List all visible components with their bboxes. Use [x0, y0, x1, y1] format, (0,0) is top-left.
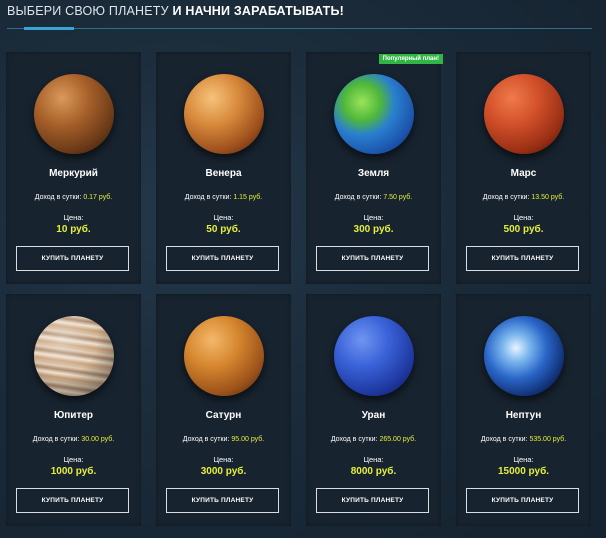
planet-name: Сатурн: [205, 410, 242, 421]
price-label: Цена:: [513, 455, 534, 464]
income-label: Доход в сутки:: [182, 436, 230, 443]
income-label: Доход в сутки:: [330, 436, 378, 443]
price-value: 300 руб.: [353, 224, 394, 235]
header-divider: [7, 28, 592, 29]
income-label: Доход в сутки:: [184, 194, 232, 201]
planet-card-neptune: Нептун Доход в сутки: 535.00 руб. Цена: …: [456, 294, 591, 526]
income-value: 95.00 руб.: [231, 436, 265, 443]
buy-planet-button[interactable]: КУПИТЬ ПЛАНЕТУ: [316, 246, 429, 271]
planet-card-venus: Венера Доход в сутки: 1.15 руб. Цена: 50…: [156, 52, 291, 284]
price-value: 1000 руб.: [50, 466, 97, 477]
page-title-light: ВЫБЕРИ СВОЮ ПЛАНЕТУ: [7, 4, 169, 18]
planet-income: Доход в сутки: 535.00 руб.: [456, 436, 591, 443]
jupiter-planet-icon: [33, 316, 114, 396]
planet-name: Нептун: [505, 410, 542, 421]
planet-name: Венера: [205, 168, 242, 179]
price-label: Цена:: [363, 455, 384, 464]
mercury-planet-icon: [33, 74, 114, 154]
page-title: ВЫБЕРИ СВОЮ ПЛАНЕТУ И НАЧНИ ЗАРАБАТЫВАТЬ…: [7, 4, 344, 18]
price-label: Цена:: [213, 213, 234, 222]
price-label: Цена:: [213, 455, 234, 464]
planet-income: Доход в сутки: 13.50 руб.: [456, 194, 591, 201]
venus-planet-icon: [183, 74, 264, 154]
price-value: 15000 руб.: [497, 466, 550, 477]
price-value: 10 руб.: [56, 224, 91, 235]
price-label: Цена:: [63, 213, 84, 222]
income-value: 535.00 руб.: [529, 436, 567, 443]
price-value: 3000 руб.: [200, 466, 247, 477]
buy-planet-button[interactable]: КУПИТЬ ПЛАНЕТУ: [466, 488, 579, 513]
page-title-bold: И НАЧНИ ЗАРАБАТЫВАТЬ!: [172, 4, 344, 18]
planet-card-mars: Марс Доход в сутки: 13.50 руб. Цена: 500…: [456, 52, 591, 284]
uranus-planet-icon: [333, 316, 414, 396]
planet-grid: Меркурий Доход в сутки: 0.17 руб. Цена: …: [6, 52, 591, 526]
neptune-planet-icon: [483, 316, 564, 396]
price-label: Цена:: [513, 213, 534, 222]
planet-card-mercury: Меркурий Доход в сутки: 0.17 руб. Цена: …: [6, 52, 141, 284]
planet-income: Доход в сутки: 95.00 руб.: [156, 436, 291, 443]
planet-income: Доход в сутки: 265.00 руб.: [306, 436, 441, 443]
header-accent-bar: [24, 27, 74, 30]
buy-planet-button[interactable]: КУПИТЬ ПЛАНЕТУ: [166, 488, 279, 513]
income-value: 13.50 руб.: [531, 194, 565, 201]
planet-income: Доход в сутки: 7.50 руб.: [306, 194, 441, 201]
saturn-planet-icon: [183, 316, 264, 396]
income-value: 0.17 руб.: [83, 194, 113, 201]
planet-card-earth: Популярный план! Земля Доход в сутки: 7.…: [306, 52, 443, 284]
planet-name: Земля: [357, 168, 390, 179]
income-value: 30.00 руб.: [81, 436, 115, 443]
price-value: 500 руб.: [503, 224, 544, 235]
buy-planet-button[interactable]: КУПИТЬ ПЛАНЕТУ: [316, 488, 429, 513]
planet-name: Марс: [510, 168, 537, 179]
mars-planet-icon: [483, 74, 564, 154]
income-label: Доход в сутки:: [334, 194, 382, 201]
income-value: 1.15 руб.: [233, 194, 263, 201]
buy-planet-button[interactable]: КУПИТЬ ПЛАНЕТУ: [16, 488, 129, 513]
income-value: 265.00 руб.: [379, 436, 417, 443]
planet-card-jupiter: Юпитер Доход в сутки: 30.00 руб. Цена: 1…: [6, 294, 141, 526]
planet-card-saturn: Сатурн Доход в сутки: 95.00 руб. Цена: 3…: [156, 294, 291, 526]
buy-planet-button[interactable]: КУПИТЬ ПЛАНЕТУ: [166, 246, 279, 271]
buy-planet-button[interactable]: КУПИТЬ ПЛАНЕТУ: [466, 246, 579, 271]
planet-income: Доход в сутки: 1.15 руб.: [156, 194, 291, 201]
price-label: Цена:: [363, 213, 384, 222]
planet-card-uranus: Уран Доход в сутки: 265.00 руб. Цена: 80…: [306, 294, 441, 526]
income-label: Доход в сутки:: [34, 194, 82, 201]
buy-planet-button[interactable]: КУПИТЬ ПЛАНЕТУ: [16, 246, 129, 271]
planet-name: Меркурий: [49, 168, 98, 179]
income-label: Доход в сутки:: [482, 194, 530, 201]
price-value: 8000 руб.: [350, 466, 397, 477]
planet-name: Юпитер: [53, 410, 94, 421]
price-label: Цена:: [63, 455, 84, 464]
planet-name: Уран: [361, 410, 386, 421]
planet-income: Доход в сутки: 30.00 руб.: [6, 436, 141, 443]
planet-income: Доход в сутки: 0.17 руб.: [6, 194, 141, 201]
income-label: Доход в сутки:: [32, 436, 80, 443]
price-value: 50 руб.: [206, 224, 241, 235]
income-value: 7.50 руб.: [383, 194, 413, 201]
popular-badge: Популярный план!: [378, 54, 443, 64]
income-label: Доход в сутки:: [480, 436, 528, 443]
earth-planet-icon: [333, 74, 414, 154]
